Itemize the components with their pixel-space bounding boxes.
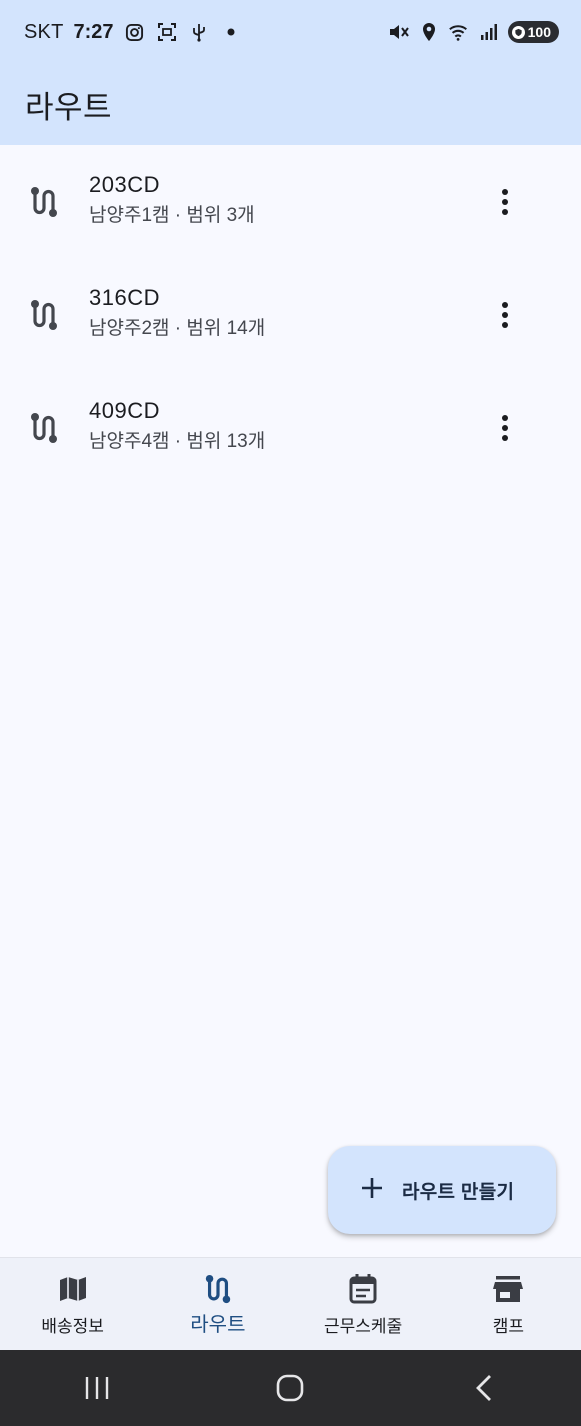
route-text: 203CD 남양주1캠 · 범위 3개	[89, 171, 255, 229]
nav-item-work-schedule[interactable]: 근무스케줄	[291, 1258, 436, 1350]
route-list-item[interactable]: 203CD 남양주1캠 · 범위 3개	[0, 145, 581, 258]
top-app-bar: 라우트	[0, 64, 581, 145]
store-icon	[491, 1272, 525, 1306]
bottom-navigation: 배송정보 라우트 근무스케줄 캠프	[0, 1257, 581, 1350]
nav-item-camp[interactable]: 캠프	[436, 1258, 581, 1350]
route-subtitle: 남양주2캠 · 범위 14개	[89, 318, 266, 339]
plus-icon	[360, 1176, 384, 1205]
usb-icon	[188, 21, 210, 43]
route-text: 316CD 남양주2캠 · 범위 14개	[89, 284, 265, 342]
clock-time: 7:27	[73, 20, 114, 43]
route-title: 316CD	[89, 285, 160, 310]
signal-icon	[478, 21, 500, 43]
mute-icon	[388, 21, 410, 43]
recent-apps-icon[interactable]	[67, 1358, 127, 1418]
route-title: 203CD	[89, 172, 160, 197]
route-list: 203CD 남양주1캠 · 범위 3개 316CD 남양주2캠 · 범위 14개…	[0, 145, 581, 484]
status-bar: SKT 7:27 100	[0, 0, 581, 64]
back-icon[interactable]	[454, 1358, 514, 1418]
route-icon	[28, 411, 60, 445]
battery-shield-icon	[511, 25, 525, 39]
status-bar-left: SKT 7:27	[24, 21, 242, 44]
wifi-icon	[448, 21, 470, 43]
route-title: 409CD	[89, 398, 160, 423]
status-bar-right: 100	[388, 21, 559, 43]
fab-label: 라우트 만들기	[402, 1181, 515, 1203]
page-title: 라우트	[25, 90, 113, 125]
battery-icon: 100	[507, 21, 559, 43]
location-icon	[418, 21, 440, 43]
instagram-icon	[124, 21, 146, 43]
dot-icon	[220, 21, 242, 43]
more-vert-icon[interactable]	[490, 298, 520, 332]
nav-item-delivery-info[interactable]: 배송정보	[0, 1258, 145, 1350]
route-subtitle: 남양주4캠 · 범위 13개	[89, 431, 266, 452]
nav-label: 배송정보	[41, 1317, 104, 1336]
route-icon	[28, 185, 60, 219]
route-list-item[interactable]: 316CD 남양주2캠 · 범위 14개	[0, 258, 581, 371]
route-icon	[28, 298, 60, 332]
calendar-icon	[346, 1272, 380, 1306]
nav-item-route[interactable]: 라우트	[145, 1258, 290, 1350]
carrier-label: SKT	[24, 20, 64, 43]
nav-label: 라우트	[190, 1314, 246, 1336]
route-subtitle: 남양주1캠 · 범위 3개	[89, 205, 255, 226]
nav-label: 캠프	[492, 1317, 525, 1336]
route-list-item[interactable]: 409CD 남양주4캠 · 범위 13개	[0, 371, 581, 484]
route-text: 409CD 남양주4캠 · 범위 13개	[89, 397, 265, 455]
nav-label: 근무스케줄	[324, 1317, 403, 1336]
home-icon[interactable]	[260, 1358, 320, 1418]
more-vert-icon[interactable]	[490, 411, 520, 445]
create-route-fab[interactable]: 라우트 만들기	[328, 1146, 556, 1234]
system-navigation-bar	[0, 1350, 581, 1426]
route-icon	[201, 1272, 235, 1306]
more-vert-icon[interactable]	[490, 185, 520, 219]
map-icon	[56, 1272, 90, 1306]
screenshot-icon	[156, 21, 178, 43]
battery-level: 100	[527, 24, 551, 40]
